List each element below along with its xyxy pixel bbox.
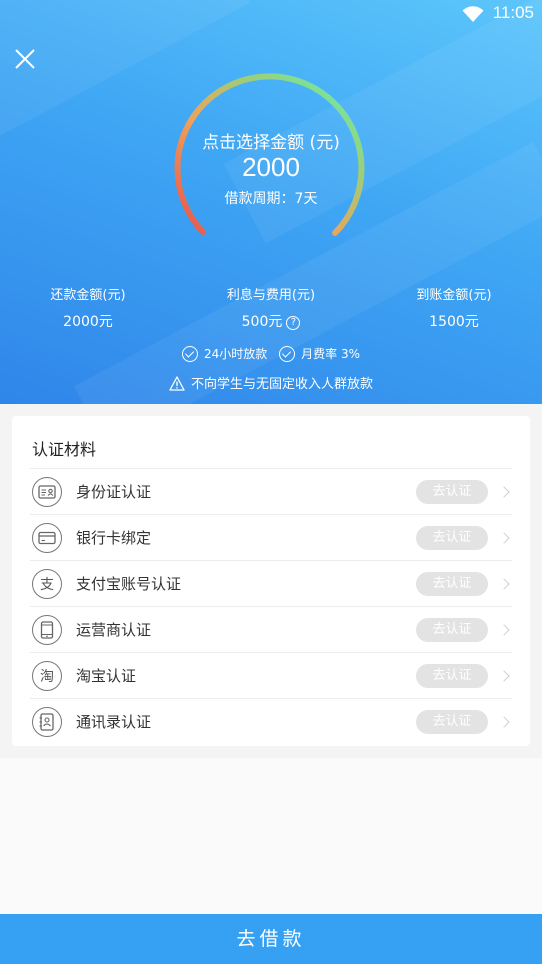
check-circle-icon <box>279 345 296 362</box>
chevron-right-icon <box>498 623 510 636</box>
verify-row-taobao[interactable]: 淘 淘宝认证 去认证 <box>30 652 512 698</box>
card-title: 认证材料 <box>32 440 97 459</box>
stat-value: 2000元 <box>63 314 113 330</box>
borrow-button[interactable]: 去借款 <box>0 914 542 964</box>
chevron-right-icon <box>498 669 510 682</box>
received-amount: 到账金额(元) 1500元 <box>374 284 534 331</box>
chevron-right-icon <box>498 577 510 590</box>
verify-button[interactable]: 去认证 <box>416 525 488 550</box>
check-circle-icon <box>182 345 199 362</box>
verify-row-id-card[interactable]: 身份证认证 去认证 <box>30 468 512 514</box>
stat-label: 还款金额(元) <box>50 288 126 303</box>
verify-label: 通讯录认证 <box>76 713 152 731</box>
verify-button[interactable]: 去认证 <box>416 663 488 688</box>
taobao-icon: 淘 <box>32 660 62 691</box>
alipay-icon: 支 <box>32 568 62 599</box>
stat-value: 500元 <box>241 314 283 330</box>
loan-summary: 还款金额(元) 2000元 利息与费用(元) 500元? 到账金额(元) 150… <box>0 284 542 334</box>
stat-label: 利息与费用(元) <box>226 288 316 303</box>
perk-monthly-rate: 月费率 3% <box>279 345 360 362</box>
verify-button[interactable]: 去认证 <box>416 479 488 504</box>
verify-row-contacts[interactable]: 通讯录认证 去认证 <box>30 698 512 744</box>
empty-area <box>0 758 542 914</box>
lending-notice: 不向学生与无固定收入人群放款 <box>0 373 542 392</box>
verify-row-bank-card[interactable]: 银行卡绑定 去认证 <box>30 514 512 560</box>
loan-amount[interactable]: 2000 <box>0 152 542 183</box>
close-icon[interactable] <box>14 48 36 70</box>
verify-label: 银行卡绑定 <box>76 529 152 547</box>
status-time: 11:05 <box>492 3 534 22</box>
status-bar: 11:05 <box>0 0 542 28</box>
bank-card-icon <box>32 522 62 553</box>
verify-button[interactable]: 去认证 <box>416 571 488 596</box>
verify-button[interactable]: 去认证 <box>416 617 488 642</box>
id-card-icon <box>32 476 62 507</box>
gauge-title: 点击选择金额 (元) <box>202 133 340 153</box>
perks: 24小时放款 月费率 3% <box>0 345 542 365</box>
verify-row-carrier[interactable]: 运营商认证 去认证 <box>30 606 512 652</box>
help-icon[interactable]: ? <box>286 316 301 330</box>
verify-row-alipay[interactable]: 支 支付宝账号认证 去认证 <box>30 560 512 606</box>
contacts-icon <box>32 706 62 737</box>
chevron-right-icon <box>498 485 510 498</box>
stat-label: 到账金额(元) <box>416 288 492 303</box>
verify-button[interactable]: 去认证 <box>416 709 488 734</box>
phone-icon <box>32 614 62 645</box>
verify-label: 淘宝认证 <box>76 667 137 685</box>
interest-fees: 利息与费用(元) 500元? <box>191 284 351 331</box>
loan-period: 借款周期：7天 <box>224 191 318 207</box>
notice-text: 不向学生与无固定收入人群放款 <box>190 377 373 392</box>
chevron-right-icon <box>498 531 510 544</box>
warning-icon <box>169 376 185 391</box>
chevron-right-icon <box>498 715 510 728</box>
verification-card: 认证材料 身份证认证 去认证 银行卡绑定 去认证 支 支付宝账号认证 去认证 运… <box>12 416 530 746</box>
perk-fast-payout: 24小时放款 <box>182 345 267 362</box>
perk-label: 24小时放款 <box>204 347 268 361</box>
stat-value-row: 500元? <box>191 311 351 331</box>
stat-value: 1500元 <box>429 314 479 330</box>
wifi-icon <box>462 6 484 22</box>
hero-panel: 11:05 点击选择金额 (元) 2000 借款周期：7天 还款金额(元) 20… <box>0 0 542 404</box>
perk-label: 月费率 3% <box>301 347 360 361</box>
repayment-amount: 还款金额(元) 2000元 <box>8 284 168 331</box>
verify-label: 支付宝账号认证 <box>76 575 182 593</box>
verify-label: 运营商认证 <box>76 621 152 639</box>
verify-label: 身份证认证 <box>76 483 152 501</box>
